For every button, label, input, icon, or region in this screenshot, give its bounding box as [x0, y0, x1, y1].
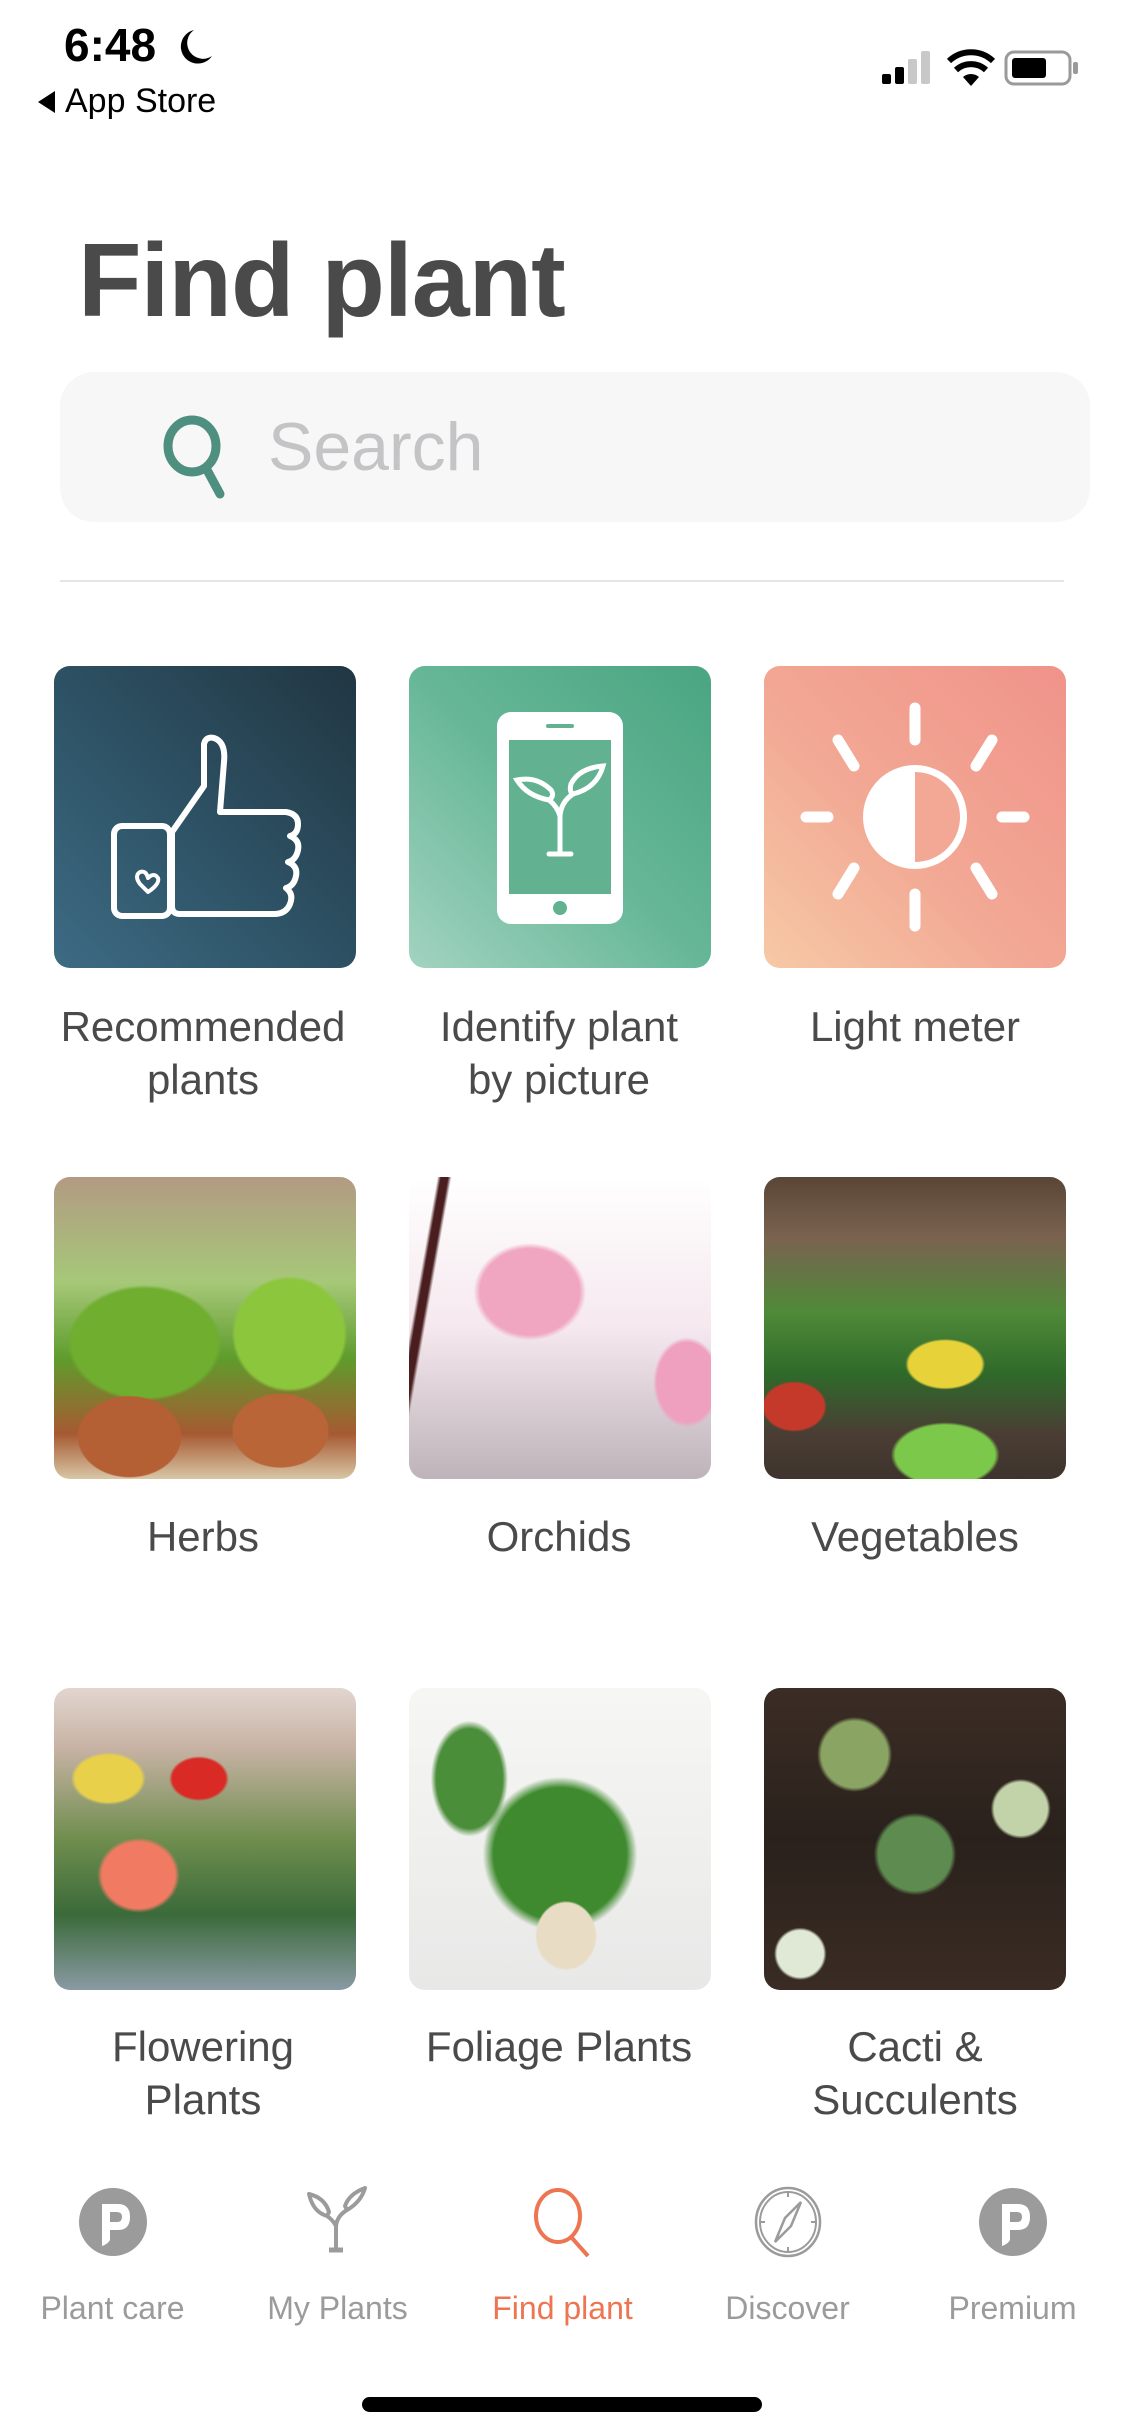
back-triangle-icon: [38, 90, 55, 113]
search-input[interactable]: [268, 372, 1048, 522]
search-icon: [163, 415, 225, 499]
category-label: Foliage Plants: [425, 2023, 693, 2070]
tab-label: My Plants: [267, 2290, 408, 2326]
thumbs-up-icon: [111, 734, 302, 919]
label-line: Recommended: [60, 1003, 346, 1050]
category-herbs[interactable]: [54, 1177, 356, 1479]
category-label: Orchids: [486, 1513, 632, 1560]
wifi-icon: [946, 49, 996, 86]
sprout-icon: [307, 2186, 367, 2253]
battery-icon: [1004, 50, 1078, 86]
category-recommended-plants[interactable]: [54, 666, 356, 968]
category-label: Identify plant by picture: [379, 1000, 739, 1106]
phone-sprout-icon: [497, 712, 623, 924]
status-time: 6:48: [64, 19, 157, 71]
category-label: Vegetables: [811, 1513, 1019, 1560]
search-icon: [534, 2188, 590, 2258]
category-label: Flowering Plants: [23, 2020, 383, 2126]
compass-icon: [754, 2186, 822, 2258]
label-line: Identify plant: [439, 1003, 679, 1050]
category-identify-plant[interactable]: [409, 666, 711, 968]
label-line: Succulents: [812, 2076, 1018, 2123]
label-line: Plants: [144, 2076, 262, 2123]
tab-label: Plant care: [40, 2290, 185, 2326]
tab-label: Premium: [948, 2290, 1077, 2326]
label-line: by picture: [467, 1056, 651, 1103]
label-line: Cacti &: [847, 2023, 983, 2070]
divider: [60, 580, 1064, 582]
plant-care-logo-icon: [79, 2188, 147, 2256]
label-line: Flowering: [111, 2023, 295, 2070]
tab-discover[interactable]: Discover: [675, 2180, 900, 2360]
moon-icon: [180, 30, 212, 64]
tab-premium[interactable]: Premium: [900, 2180, 1125, 2360]
category-orchids[interactable]: [409, 1177, 711, 1479]
category-label: Cacti & Succulents: [735, 2020, 1095, 2126]
label-line: Light meter: [809, 1003, 1021, 1050]
back-label: App Store: [65, 82, 217, 120]
premium-logo-icon: [979, 2188, 1047, 2256]
home-indicator[interactable]: [362, 2397, 762, 2412]
tab-plant-care[interactable]: Plant care: [0, 2180, 225, 2360]
page-title: Find plant: [78, 223, 566, 339]
category-cacti-succulents[interactable]: [764, 1688, 1066, 1990]
tab-find-plant[interactable]: Find plant: [450, 2180, 675, 2360]
back-to-app-store-button[interactable]: App Store: [38, 82, 216, 121]
search-bar[interactable]: [60, 372, 1090, 522]
category-label: Herbs: [146, 1513, 260, 1560]
category-light-meter[interactable]: [764, 666, 1066, 968]
category-flowering-plants[interactable]: [54, 1688, 356, 1990]
category-vegetables[interactable]: [764, 1177, 1066, 1479]
tab-my-plants[interactable]: My Plants: [225, 2180, 450, 2360]
sun-icon: [800, 702, 1030, 932]
label-line: plants: [146, 1056, 260, 1103]
signal-icon: [882, 51, 930, 84]
category-foliage-plants[interactable]: [409, 1688, 711, 1990]
category-label: Light meter: [735, 1000, 1095, 1053]
tab-label: Find plant: [492, 2290, 633, 2326]
tab-bar: Plant care My Plants Find plant Discover…: [0, 2180, 1125, 2360]
category-label: Recommended plants: [23, 1000, 383, 1106]
tab-label: Discover: [725, 2290, 850, 2326]
